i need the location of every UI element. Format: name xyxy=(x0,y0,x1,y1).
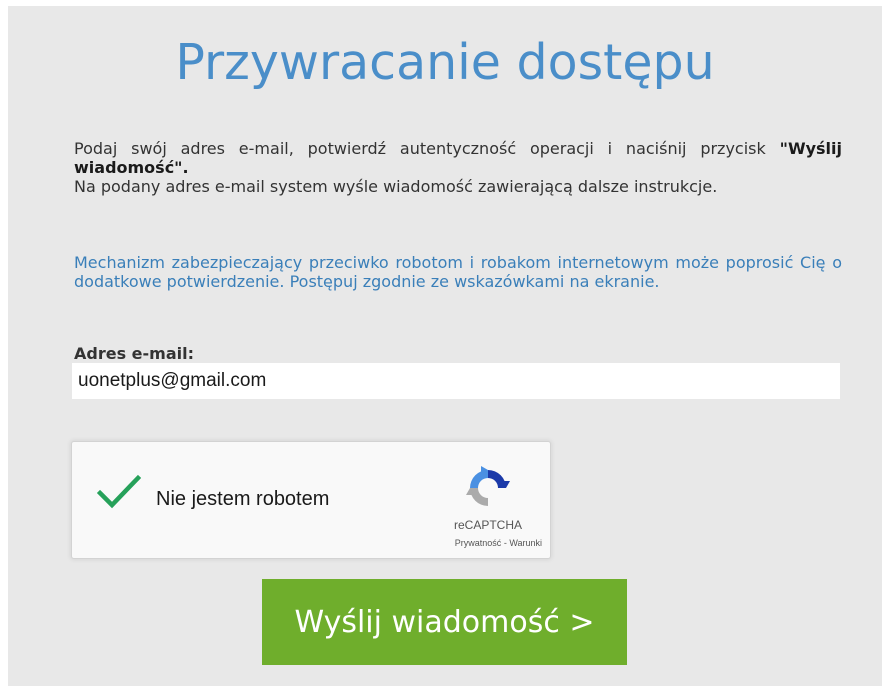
page-title: Przywracanie dostępu xyxy=(175,34,715,91)
email-input[interactable] xyxy=(72,363,840,399)
recaptcha-links: Prywatność - Warunki xyxy=(402,538,542,548)
checkmark-icon[interactable] xyxy=(97,474,141,510)
privacy-link[interactable]: Prywatność xyxy=(455,538,502,548)
email-label: Adres e-mail: xyxy=(74,344,194,363)
send-message-button[interactable]: Wyślij wiadomość > xyxy=(262,579,627,665)
captcha-note: Mechanizm zabezpieczający przeciwko robo… xyxy=(74,253,842,291)
recaptcha-label: Nie jestem robotem xyxy=(156,488,330,510)
instructions-line1: Podaj swój adres e-mail, potwierdź auten… xyxy=(74,139,780,158)
instructions-text: Podaj swój adres e-mail, potwierdź auten… xyxy=(74,139,842,196)
recaptcha-logo-icon xyxy=(466,466,510,506)
instructions-line2: Na podany adres e-mail system wyśle wiad… xyxy=(74,177,718,196)
terms-link[interactable]: Warunki xyxy=(509,538,542,548)
recaptcha-brand: reCAPTCHA xyxy=(453,518,522,532)
recaptcha-widget: Nie jestem robotem reCAPTCHA Prywatność … xyxy=(71,441,551,559)
